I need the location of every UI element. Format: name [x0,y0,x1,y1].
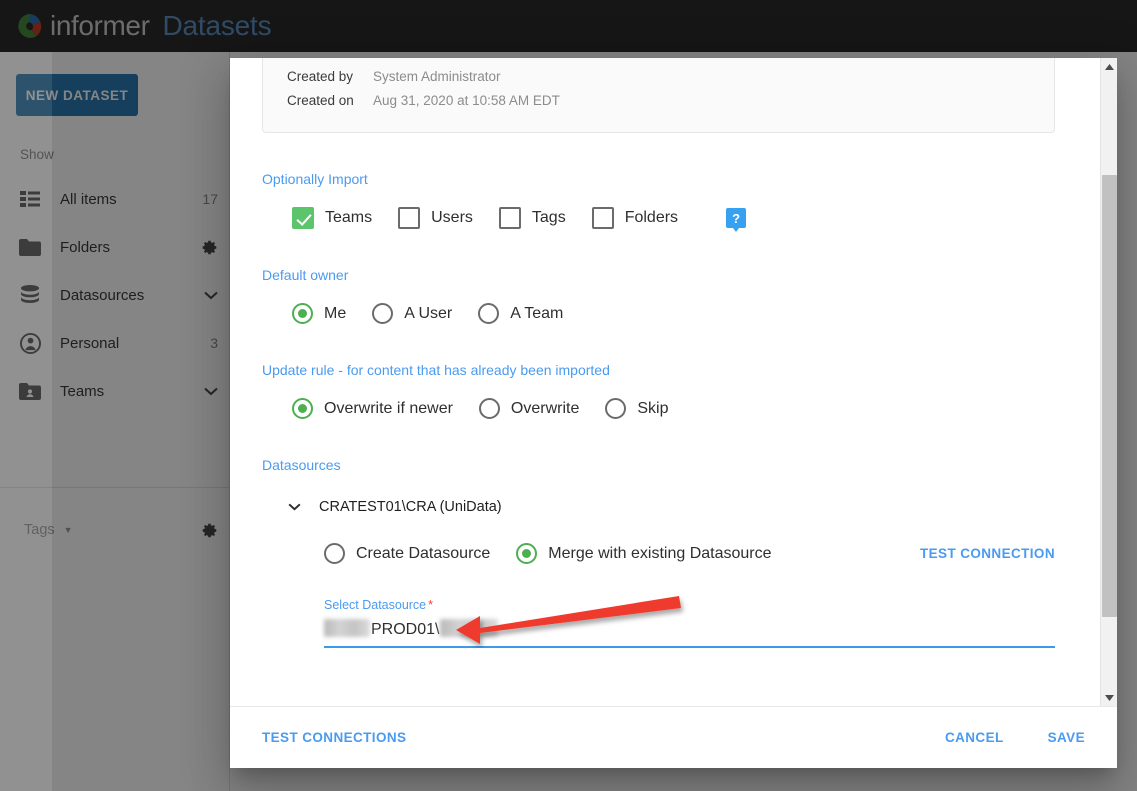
radio-owner-a-team-label: A Team [510,304,564,322]
checkbox-folders-label: Folders [624,209,679,226]
created-on-value: Aug 31, 2020 at 10:58 AM EDT [373,93,560,108]
select-datasource-value: PROD01\ [371,621,440,638]
created-by-label: Created by [287,69,354,84]
cancel-button[interactable]: CANCEL [945,730,1004,745]
datasource-group-header[interactable]: CRATEST01\CRA (UniData) [262,499,1055,515]
select-datasource-input[interactable]: PROD01\ [324,616,1055,648]
chevron-down-icon[interactable] [287,500,301,514]
radio-skip[interactable] [605,398,627,419]
radio-owner-me[interactable] [292,303,313,324]
created-by-value: System Administrator [373,69,501,84]
radio-overwrite-if-newer[interactable] [292,398,313,419]
radio-merge-existing-datasource-label: Merge with existing Datasource [548,544,772,562]
dialog-footer: TEST CONNECTIONS CANCEL SAVE [230,706,1117,768]
default-owner-options: Me A User A Team [262,303,1055,324]
datasource-mode-options: Create Datasource Merge with existing Da… [262,543,1055,564]
radio-overwrite-label: Overwrite [510,399,580,417]
optionally-import-options: Teams Users Tags Folders ? [262,207,1055,232]
select-datasource-value-wrap: PROD01\ [324,616,499,644]
checkbox-users[interactable] [398,207,421,229]
required-marker: * [428,598,434,612]
radio-create-datasource[interactable] [324,543,345,564]
checkbox-tags-label: Tags [531,209,566,226]
default-owner-heading: Default owner [262,267,349,283]
select-datasource-field: Select Datasource * PROD01\ [262,596,1055,648]
dialog-scrollbar[interactable] [1100,58,1117,706]
dialog-scroll-region[interactable]: Created by System Administrator Created … [230,58,1117,706]
datasources-heading: Datasources [262,457,341,473]
scroll-down-arrow-icon[interactable] [1101,689,1117,706]
checkbox-users-label: Users [431,209,473,226]
help-question-icon[interactable]: ? [726,208,747,232]
redaction-block-prefix [324,619,370,637]
created-on-row: Created on Aug 31, 2020 at 10:58 AM EDT [287,90,1030,112]
test-connection-button[interactable]: TEST CONNECTION [920,546,1055,561]
redaction-block-suffix [440,619,499,637]
checkbox-tags[interactable] [498,207,521,229]
update-rule-options: Overwrite if newer Overwrite Skip [262,398,1055,419]
radio-merge-existing-datasource[interactable] [516,543,538,564]
radio-create-datasource-label: Create Datasource [356,544,491,562]
update-rule-heading: Update rule - for content that has alrea… [262,362,610,378]
save-button[interactable]: SAVE [1048,730,1085,745]
optionally-import-heading: Optionally Import [262,171,368,187]
radio-owner-a-team[interactable] [478,303,500,324]
created-by-row: Created by System Administrator [287,66,1030,88]
created-on-label: Created on [287,93,354,108]
dialog-scrollbar-thumb[interactable] [1102,175,1117,617]
import-dataset-dialog: Created by System Administrator Created … [230,58,1117,768]
radio-owner-me-label: Me [324,304,347,322]
radio-overwrite[interactable] [478,398,500,419]
scroll-up-arrow-icon[interactable] [1101,58,1117,75]
checkbox-folders[interactable] [591,207,614,229]
datasource-group-title: CRATEST01\CRA (UniData) [319,499,502,515]
dataset-meta-panel: Created by System Administrator Created … [262,58,1055,133]
radio-owner-a-user[interactable] [372,303,394,324]
radio-skip-label: Skip [637,399,669,417]
test-connections-button[interactable]: TEST CONNECTIONS [262,730,406,745]
radio-overwrite-if-newer-label: Overwrite if newer [324,399,453,417]
checkbox-teams-label: Teams [325,209,373,226]
scrim-edge-highlight [0,52,52,791]
checkbox-teams[interactable] [292,207,314,229]
radio-owner-a-user-label: A User [404,304,453,322]
select-datasource-label: Select Datasource [324,598,427,612]
